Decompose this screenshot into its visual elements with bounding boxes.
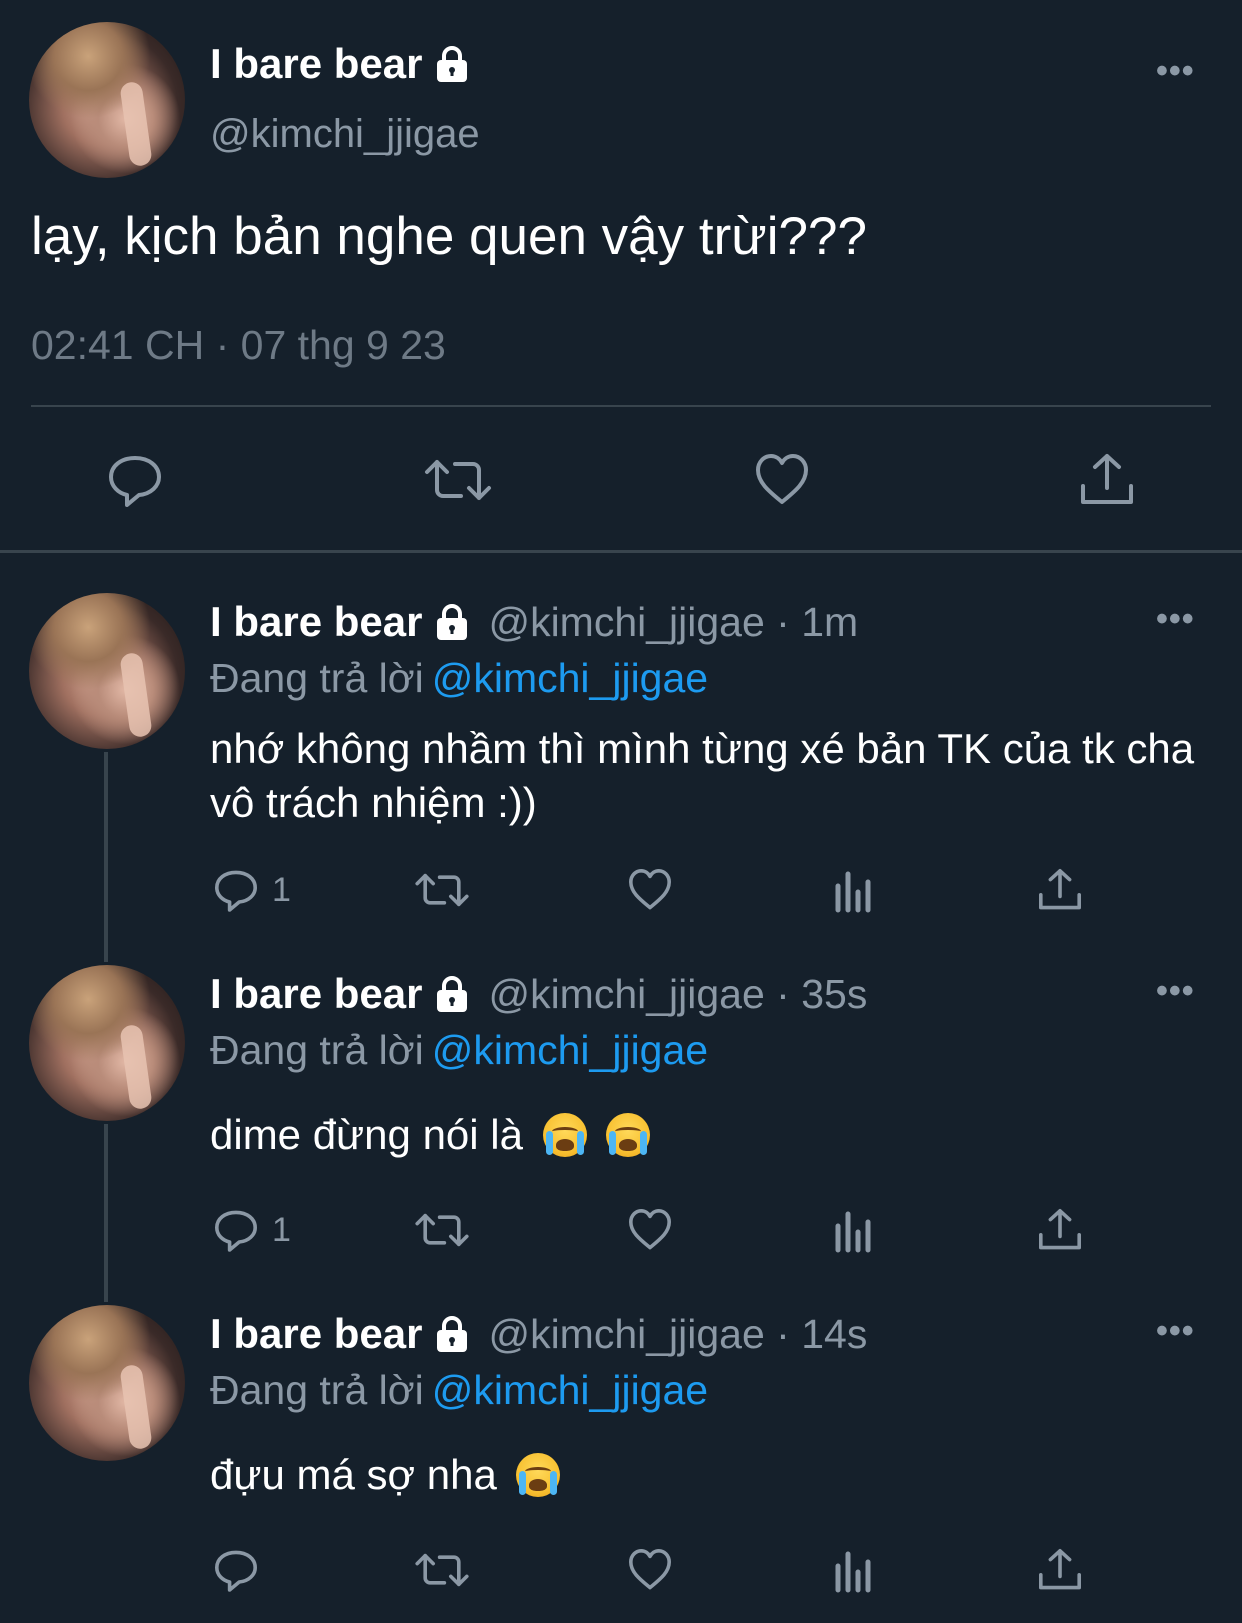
like-icon <box>629 869 671 910</box>
more-options-icon[interactable]: ••• <box>1156 972 1195 1011</box>
avatar[interactable] <box>29 1305 185 1461</box>
avatar[interactable] <box>29 22 185 178</box>
reply-button[interactable] <box>95 440 175 520</box>
more-options-icon[interactable]: ••• <box>1156 600 1195 639</box>
reply-count: 1 <box>272 870 291 909</box>
display-name-text: I bare bear <box>210 40 423 87</box>
reply-header: I bare bear @kimchi_jjigae · 35s <box>210 970 867 1018</box>
share-icon <box>1039 1549 1081 1590</box>
reply-button[interactable]: 1 <box>212 860 291 920</box>
reply-icon <box>215 1210 257 1252</box>
display-name-text: I bare bear <box>210 1310 423 1357</box>
retweet-button[interactable] <box>418 440 498 520</box>
analytics-button[interactable] <box>832 1540 876 1600</box>
display-name-text: I bare bear <box>210 970 423 1017</box>
retweet-icon <box>415 1213 469 1247</box>
avatar[interactable] <box>29 965 185 1121</box>
replying-to: Đang trả lời @kimchi_jjigae <box>210 655 708 702</box>
reply-action-bar: 1 <box>0 860 1242 920</box>
like-button[interactable] <box>626 1540 674 1600</box>
replying-label: Đang trả lời <box>210 1367 424 1413</box>
like-button[interactable] <box>626 1200 674 1260</box>
avatar[interactable] <box>29 593 185 749</box>
lock-icon <box>437 1316 468 1352</box>
reply-text: nhớ không nhầm thì mình từng xé bản TK c… <box>210 725 1195 826</box>
thread-line <box>104 752 108 962</box>
retweet-icon <box>415 1553 469 1587</box>
display-name[interactable]: I bare bear <box>210 40 472 88</box>
handle-time[interactable]: @kimchi_jjigae · 1m <box>488 599 858 646</box>
replying-to: Đang trả lời @kimchi_jjigae <box>210 1367 708 1414</box>
lock-icon <box>437 46 468 82</box>
share-button[interactable] <box>1036 860 1084 920</box>
mention-link[interactable]: @kimchi_jjigae <box>432 1027 708 1073</box>
mention-link[interactable]: @kimchi_jjigae <box>432 1367 708 1413</box>
reply-icon <box>215 870 257 912</box>
like-button[interactable] <box>626 860 674 920</box>
divider <box>31 405 1211 407</box>
like-button[interactable] <box>742 440 822 520</box>
reply-icon <box>109 456 161 507</box>
retweet-icon <box>415 873 469 907</box>
more-options-icon[interactable]: ••• <box>1156 1312 1195 1351</box>
display-name[interactable]: I bare bear <box>210 1310 472 1358</box>
share-icon <box>1039 1209 1081 1250</box>
replying-label: Đang trả lời <box>210 1027 424 1073</box>
more-options-icon[interactable]: ••• <box>1156 52 1195 91</box>
replying-to: Đang trả lời @kimchi_jjigae <box>210 1027 708 1074</box>
analytics-icon <box>835 871 871 913</box>
handle[interactable]: @kimchi_jjigae <box>210 112 480 157</box>
reply-text-block: đựu má sợ nha <box>210 1448 1210 1502</box>
reply-header: I bare bear @kimchi_jjigae · 1m <box>210 598 858 646</box>
reply-icon <box>215 1550 257 1592</box>
share-button[interactable] <box>1036 1540 1084 1600</box>
reply-text: dime đừng nói là <box>210 1111 523 1158</box>
display-name[interactable]: I bare bear <box>210 970 472 1018</box>
tweet-text: lạy, kịch bản nghe quen vậy trừi??? <box>31 207 867 266</box>
display-name[interactable]: I bare bear <box>210 598 472 646</box>
reply-action-bar: 1 <box>0 1200 1242 1260</box>
main-action-bar <box>0 440 1242 520</box>
retweet-button[interactable] <box>414 860 470 920</box>
reply-header: I bare bear @kimchi_jjigae · 14s <box>210 1310 867 1358</box>
lock-icon <box>437 976 468 1012</box>
share-icon <box>1081 454 1133 504</box>
display-name-text: I bare bear <box>210 598 423 645</box>
retweet-button[interactable] <box>414 1540 470 1600</box>
analytics-icon <box>835 1211 871 1253</box>
analytics-icon <box>835 1551 871 1593</box>
reply-button[interactable] <box>212 1540 272 1600</box>
loudly-crying-face-icon <box>542 1113 587 1157</box>
handle-time[interactable]: @kimchi_jjigae · 35s <box>488 971 867 1018</box>
analytics-button[interactable] <box>832 1200 876 1260</box>
share-icon <box>1039 869 1081 910</box>
handle-time[interactable]: @kimchi_jjigae · 14s <box>488 1311 867 1358</box>
retweet-button[interactable] <box>414 1200 470 1260</box>
lock-icon <box>437 604 468 640</box>
like-icon <box>629 1549 671 1590</box>
reply-button[interactable]: 1 <box>212 1200 291 1260</box>
share-button[interactable] <box>1036 1200 1084 1260</box>
reply-text-block: dime đừng nói là <box>210 1108 1210 1162</box>
mention-link[interactable]: @kimchi_jjigae <box>432 655 708 701</box>
loudly-crying-face-icon <box>606 1113 651 1157</box>
like-icon <box>756 454 808 504</box>
tweet-timestamp[interactable]: 02:41 CH · 07 thg 9 23 <box>31 322 446 369</box>
reply-count: 1 <box>272 1210 291 1249</box>
replying-label: Đang trả lời <box>210 655 424 701</box>
reply-action-bar <box>0 1540 1242 1600</box>
reply-text: đựu má sợ nha <box>210 1451 497 1498</box>
analytics-button[interactable] <box>832 860 876 920</box>
retweet-icon <box>425 460 491 500</box>
section-divider <box>0 550 1242 553</box>
like-icon <box>629 1209 671 1250</box>
share-button[interactable] <box>1067 440 1147 520</box>
loudly-crying-face-icon <box>516 1453 561 1497</box>
